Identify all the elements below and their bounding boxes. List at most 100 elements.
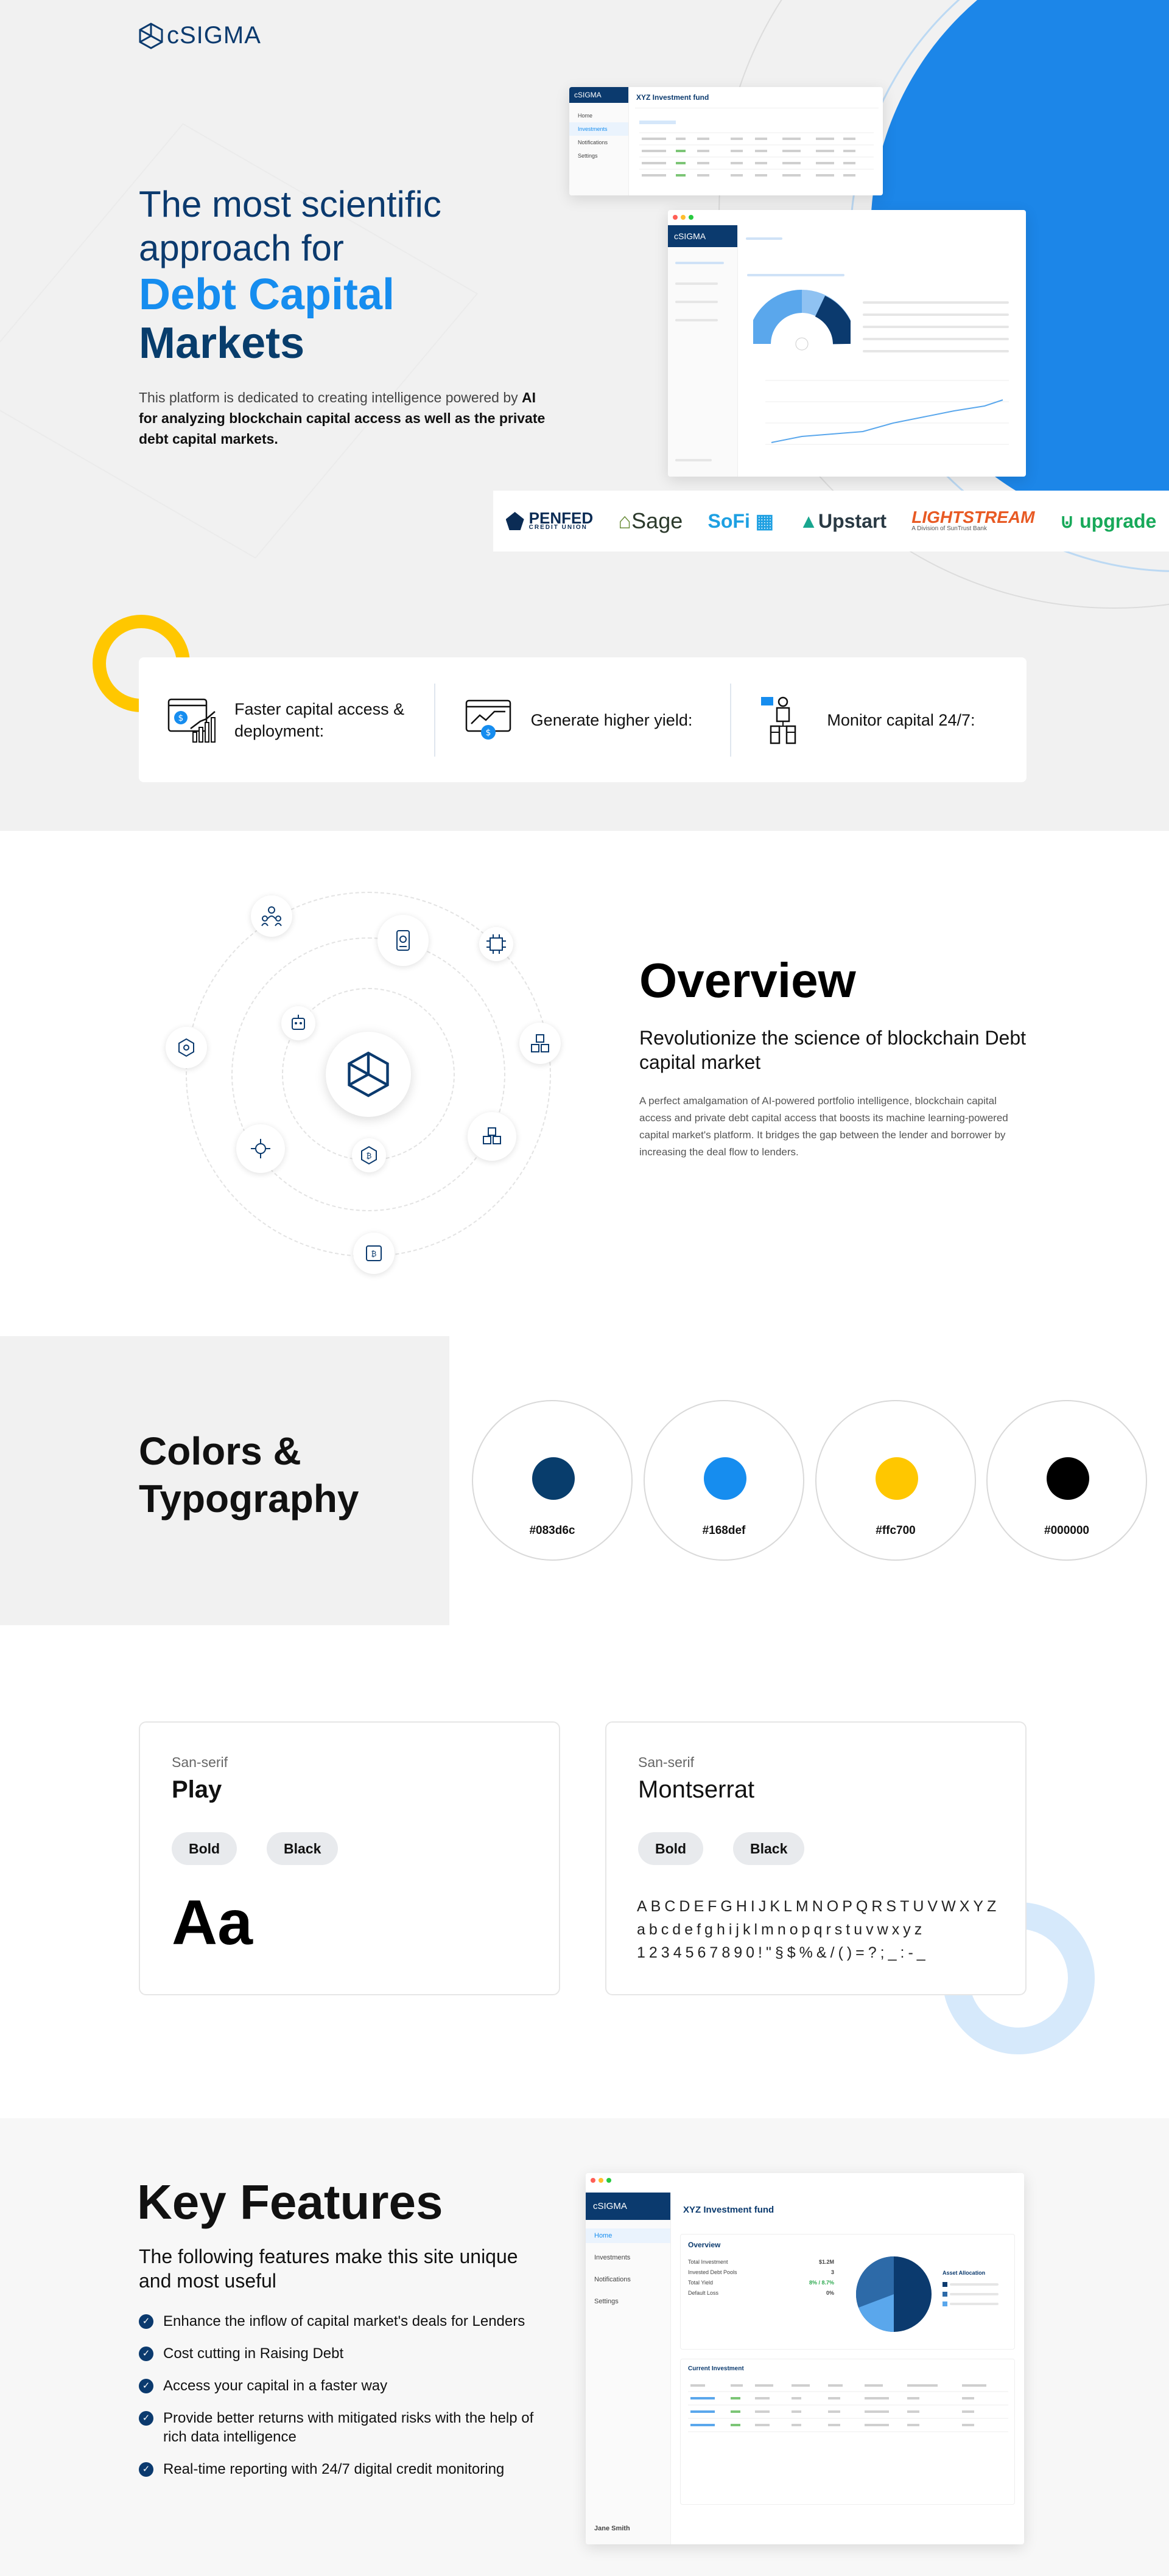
yield-screen-icon: $ <box>465 699 511 740</box>
mock-nav-notifications[interactable]: Notifications <box>569 136 628 149</box>
weight-pill-black[interactable]: Black <box>733 1832 805 1865</box>
partners-bar: PENFED CREDIT UNION ⌂Sage SoFi ▦ ▲Upstar… <box>493 491 1169 551</box>
swatch-dot <box>704 1457 746 1500</box>
features-subtitle: The following features make this site un… <box>139 2245 518 2292</box>
overview-subtitle: Revolutionize the science of blockchain … <box>639 1027 1027 1073</box>
font-card-montserrat: San-serif Montserrat Bold Black ABCDEFGH… <box>605 1721 1027 1995</box>
feature-text: Provide better returns with mitigated ri… <box>163 2410 534 2445</box>
mock-brand: cSIGMA <box>569 87 628 103</box>
stat-label: Total Yield <box>688 2280 714 2286</box>
font-name: Montserrat <box>638 1776 755 1803</box>
font-category: San-serif <box>172 1754 228 1770</box>
check-icon: ✓ <box>139 2347 153 2361</box>
mock-nav-notifications[interactable]: Notifications <box>586 2272 670 2287</box>
overview-section: ₿ ₿ Overview Revolutionize the science o… <box>0 831 1169 1336</box>
mock-screen-overview: cSIGMA Home Investments Notifications Se… <box>586 2173 1024 2544</box>
partner-sofi[interactable]: SoFi ▦ <box>708 509 774 533</box>
stat-value: 3 <box>830 2269 834 2275</box>
check-icon: ✓ <box>139 2314 153 2329</box>
mock-screen-table: cSIGMA Home Investments Notifications Se… <box>569 87 883 195</box>
mock-nav-investments[interactable]: Investments <box>569 122 628 136</box>
upstart-logo-icon: ▲ <box>799 509 818 532</box>
colors-title-line1: Colors & <box>139 1429 301 1473</box>
typography-section: San-serif Play Bold Black Aa San-serif M… <box>0 1625 1169 2118</box>
mock-title: XYZ Investment fund <box>683 2205 774 2215</box>
penfed-logo-icon <box>505 512 524 530</box>
partner-upstart[interactable]: ▲Upstart <box>799 510 886 533</box>
swatch-dot <box>876 1457 918 1500</box>
partner-penfed-name: PENFED <box>528 509 594 527</box>
blockchain-network-icon <box>166 1027 207 1068</box>
benefit-item: $ Generate higher yield: <box>434 683 731 757</box>
blocks-stack-icon <box>468 1112 516 1161</box>
swatch-hex: #000000 <box>1044 1524 1089 1537</box>
mock-nav-investments[interactable]: Investments <box>586 2250 670 2265</box>
color-swatch: #000000 <box>986 1400 1147 1561</box>
mock-stats: Total Investment $1.2M Invested Debt Pool… <box>688 2259 834 2296</box>
color-swatch: #ffc700 <box>815 1400 976 1561</box>
brand-logo[interactable]: cSIGMA <box>139 22 261 49</box>
mock-overview-label: Overview <box>688 2241 721 2249</box>
partner-upgrade[interactable]: ⊍ upgrade <box>1060 509 1157 533</box>
csigma-logo-icon <box>348 1051 389 1097</box>
partner-sage[interactable]: ⌂Sage <box>618 508 683 534</box>
benefit-item: Monitor capital 24/7: <box>730 683 1027 757</box>
svg-text:₿: ₿ <box>371 1250 377 1258</box>
brand-name: cSIGMA <box>167 22 261 49</box>
colors-section: Colors & Typography #083d6c #168def #ffc… <box>0 1336 1169 1625</box>
hero-description: This platform is dedicated to creating i… <box>139 387 553 449</box>
cubes-icon <box>519 1023 561 1064</box>
mock-nav-home[interactable]: Home <box>569 109 628 122</box>
partner-lightstream[interactable]: LIGHTSTREAM A Division of SunTrust Bank <box>911 509 1034 533</box>
partner-lightstream-name: LIGHTSTREAM <box>911 508 1035 527</box>
hero-title: The most scientific approach for Debt Ca… <box>139 183 441 368</box>
mock-nav-home[interactable]: Home <box>586 2228 670 2243</box>
color-swatch: #083d6c <box>472 1400 633 1561</box>
check-icon: ✓ <box>139 2411 153 2426</box>
font-category: San-serif <box>638 1754 695 1770</box>
partner-upgrade-name: upgrade <box>1079 510 1157 532</box>
weight-pill-black[interactable]: Black <box>267 1832 339 1865</box>
swatch-hex: #168def <box>702 1524 746 1537</box>
coin-network-icon: ₿ <box>353 1233 395 1274</box>
mock-pie-chart <box>855 2256 932 2332</box>
crypto-hex-icon: ₿ <box>352 1138 386 1172</box>
mock-nav-settings[interactable]: Settings <box>586 2294 670 2309</box>
mock-gauge-chart <box>753 290 851 351</box>
mock-user[interactable]: Jane Smith <box>586 2521 639 2536</box>
sage-logo-icon: ⌂ <box>618 508 632 533</box>
font-card-play: San-serif Play Bold Black Aa <box>139 1721 560 1995</box>
mock-nav-settings[interactable]: Settings <box>569 149 628 163</box>
alphabet-digits: 1234567890!"§$%&/()=?;_:-_ <box>637 1944 929 1961</box>
bitcoin-network-icon <box>236 1124 285 1173</box>
overview-title: Overview <box>639 953 856 1007</box>
color-swatch: #168def <box>644 1400 804 1561</box>
partner-sage-name: Sage <box>631 508 683 533</box>
feature-text: Access your capital in a faster way <box>163 2378 388 2394</box>
mock-screen-dashboard: cSIGMA <box>668 210 1026 477</box>
stat-label: Invested Debt Pools <box>688 2269 737 2275</box>
swatch-dot <box>532 1457 575 1500</box>
alphabet-lower: abcdefghijklmnopqrstuvwxyz <box>637 1921 926 1938</box>
font-alphabet: ABCDEFGHIJKLMNOPQRSTUVWXYZ abcdefghijklm… <box>637 1895 1000 1964</box>
mock-brand: cSIGMA <box>586 2193 670 2220</box>
weight-pill-bold[interactable]: Bold <box>172 1832 237 1865</box>
feature-item: ✓ Enhance the inflow of capital market's … <box>139 2312 541 2331</box>
mock-current-investment: Current Investment <box>688 2365 744 2372</box>
weight-pill-bold[interactable]: Bold <box>638 1832 704 1865</box>
mock-investment-table <box>688 2384 1008 2432</box>
svg-text:$: $ <box>485 728 491 738</box>
feature-item: ✓ Real-time reporting with 24/7 digital c… <box>139 2460 541 2479</box>
check-icon: ✓ <box>139 2379 153 2393</box>
check-icon: ✓ <box>139 2462 153 2477</box>
colors-title-line2: Typography <box>139 1477 359 1521</box>
partner-penfed[interactable]: PENFED CREDIT UNION <box>505 509 594 531</box>
colors-title: Colors & Typography <box>139 1427 359 1522</box>
feature-item: ✓ Access your capital in a faster way <box>139 2376 541 2395</box>
ai-device-icon <box>377 915 429 966</box>
partner-penfed-sub: CREDIT UNION <box>528 524 588 531</box>
mock-mid-brand: cSIGMA <box>668 225 737 247</box>
benefit-item: $ Faster capital access & deployment: <box>139 684 434 757</box>
feature-text: Cost cutting in Raising Debt <box>163 2345 344 2362</box>
monitor-person-icon <box>761 696 796 744</box>
